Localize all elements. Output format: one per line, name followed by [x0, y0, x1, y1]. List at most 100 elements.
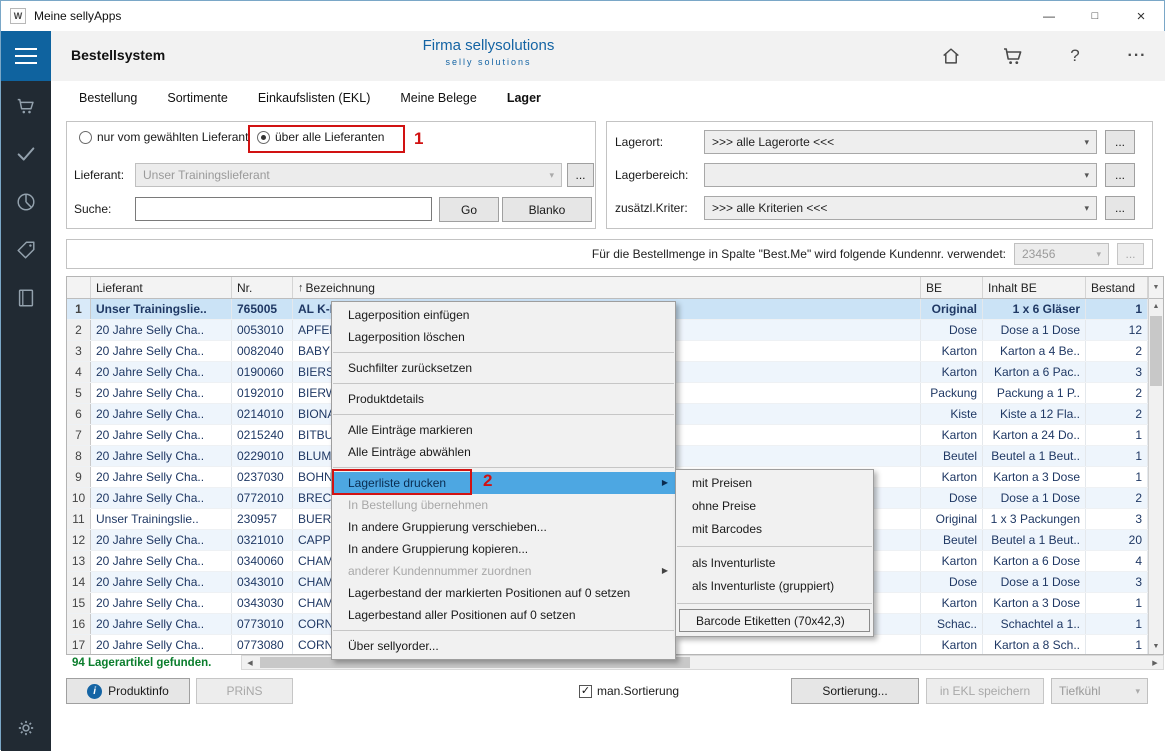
menu-item-label: In Bestellung übernehmen [348, 498, 488, 512]
cell-nr: 230957 [232, 509, 293, 529]
settings-gear-icon[interactable] [14, 716, 38, 740]
tab-lager[interactable]: Lager [507, 91, 541, 105]
more-options-icon[interactable]: ··· [1122, 41, 1152, 71]
help-icon[interactable]: ? [1060, 41, 1090, 71]
column-header-bestand[interactable]: Bestand [1086, 277, 1148, 298]
menu-item[interactable]: Barcode Etiketten (70x42,3) [679, 609, 870, 632]
tab-meine-belege[interactable]: Meine Belege [400, 91, 476, 105]
menu-item[interactable]: als Inventurliste [676, 552, 873, 575]
search-label: Suche: [74, 197, 111, 221]
scroll-right-button[interactable]: ▶ [1147, 656, 1163, 669]
cell-nr: 0215240 [232, 425, 293, 445]
company-block: Firma sellysolutions selly solutions [51, 37, 926, 67]
menu-item[interactable]: Alle Einträge markieren [332, 419, 675, 441]
menu-item[interactable]: Lagerbestand aller Positionen auf 0 setz… [332, 604, 675, 626]
menu-item[interactable]: Produktdetails [332, 388, 675, 410]
go-button[interactable]: Go [439, 197, 499, 222]
ekl-speichern-button: in EKL speichern [926, 678, 1044, 704]
search-input[interactable] [135, 197, 432, 221]
sidebar-check-icon[interactable] [14, 142, 38, 166]
cart-icon[interactable] [998, 41, 1028, 71]
storage-location-label: Lagerort: [615, 130, 663, 154]
menu-item[interactable]: Über sellyorder... [332, 635, 675, 657]
man-sortierung-checkbox[interactable]: ✓ man.Sortierung [579, 684, 679, 698]
close-button[interactable]: × [1118, 1, 1164, 31]
result-count-text: 94 Lagerartikel gefunden. [72, 657, 211, 669]
sidebar-tag-icon[interactable] [14, 238, 38, 262]
menu-item[interactable]: Lagerbestand der markierten Positionen a… [332, 582, 675, 604]
column-header-rownum[interactable] [67, 277, 91, 298]
menu-item[interactable]: Alle Einträge abwählen [332, 441, 675, 463]
menu-item[interactable]: Lagerposition einfügen [332, 304, 675, 326]
column-header-lieferant[interactable]: Lieferant [91, 277, 232, 298]
column-header-bezeichnung[interactable]: ↑ Bezeichnung [293, 277, 921, 298]
menu-item[interactable]: ohne Preise [676, 495, 873, 518]
hamburger-menu-button[interactable] [1, 31, 51, 81]
menu-item-label: Lagerbestand der markierten Positionen a… [348, 586, 630, 600]
produktinfo-button[interactable]: i Produktinfo [66, 678, 190, 704]
menu-item[interactable]: In andere Gruppierung verschieben... [332, 516, 675, 538]
annotation-box-1 [248, 125, 405, 153]
cell-lieferant: 20 Jahre Selly Cha.. [91, 362, 232, 382]
cell-inhalt: Karton a 6 Pac.. [983, 362, 1086, 382]
cell-bestand: 2 [1086, 488, 1148, 508]
maximize-button[interactable]: □ [1072, 1, 1118, 31]
cell-lieferant: 20 Jahre Selly Cha.. [91, 320, 232, 340]
storage-location-browse-button[interactable]: ... [1105, 130, 1135, 154]
menu-separator [677, 546, 872, 547]
supplier-browse-button[interactable]: ... [567, 163, 594, 187]
sidebar-cart-icon[interactable] [14, 94, 38, 118]
cell-nr: 0340060 [232, 551, 293, 571]
blanko-button[interactable]: Blanko [502, 197, 592, 222]
cell-inhalt: Karton a 3 Dose [983, 467, 1086, 487]
scroll-left-button[interactable]: ◀ [242, 656, 258, 669]
storage-area-browse-button[interactable]: ... [1105, 163, 1135, 187]
sortierung-button[interactable]: Sortierung... [791, 678, 919, 704]
cell-bestand: 2 [1086, 341, 1148, 361]
tab-sortimente[interactable]: Sortimente [167, 91, 227, 105]
cell-lieferant: 20 Jahre Selly Cha.. [91, 404, 232, 424]
storage-location-dropdown[interactable]: >>> alle Lagerorte <<< ▾ [704, 130, 1097, 154]
scroll-up-button[interactable]: ▲ [1149, 299, 1163, 314]
chevron-down-icon: ▾ [549, 170, 554, 181]
column-header-nr[interactable]: Nr. [232, 277, 293, 298]
menu-item-label: Alle Einträge markieren [348, 423, 473, 437]
cell-inhalt: Karton a 24 Do.. [983, 425, 1086, 445]
column-header-inhalt[interactable]: Inhalt BE [983, 277, 1086, 298]
sidebar-catalog-icon[interactable] [14, 286, 38, 310]
menu-item[interactable]: Suchfilter zurücksetzen [332, 357, 675, 379]
chevron-down-icon: ▾ [1084, 170, 1089, 181]
column-header-be[interactable]: BE [921, 277, 983, 298]
tab-bestellung[interactable]: Bestellung [79, 91, 137, 105]
cell-rownum: 16 [67, 614, 91, 634]
radio-single-supplier[interactable]: nur vom gewählten Lieferant [79, 130, 248, 144]
vertical-scrollbar-track[interactable] [1149, 314, 1163, 639]
criteria-dropdown[interactable]: >>> alle Kriterien <<< ▾ [704, 196, 1097, 220]
home-icon[interactable] [936, 41, 966, 71]
criteria-browse-button[interactable]: ... [1105, 196, 1135, 220]
cell-inhalt: 1 x 3 Packungen [983, 509, 1086, 529]
menu-item[interactable]: als Inventurliste (gruppiert) [676, 575, 873, 598]
vertical-scrollbar-thumb[interactable] [1150, 316, 1162, 386]
cell-inhalt: Karton a 3 Dose [983, 593, 1086, 613]
menu-item[interactable]: mit Preisen [676, 472, 873, 495]
storage-area-dropdown[interactable]: ▾ [704, 163, 1097, 187]
cell-be: Karton [921, 635, 983, 654]
cell-rownum: 9 [67, 467, 91, 487]
cell-rownum: 12 [67, 530, 91, 550]
customer-number-dropdown[interactable]: 23456 ▾ [1014, 243, 1109, 265]
menu-item[interactable]: mit Barcodes [676, 518, 873, 541]
cell-rownum: 1 [67, 299, 91, 319]
context-submenu: mit Preisenohne Preisemit Barcodes als In… [675, 469, 874, 637]
menu-item[interactable]: In andere Gruppierung kopieren... [332, 538, 675, 560]
cell-be: Dose [921, 572, 983, 592]
tab-einkaufslisten[interactable]: Einkaufslisten (EKL) [258, 91, 371, 105]
minimize-button[interactable]: — [1026, 1, 1072, 31]
chevron-down-icon: ▾ [1084, 203, 1089, 214]
menu-item[interactable]: Lagerposition löschen [332, 326, 675, 348]
scroll-down-button[interactable]: ▼ [1149, 639, 1163, 654]
supplier-dropdown[interactable]: Unser Trainingslieferant ▾ [135, 163, 562, 187]
sidebar-piechart-icon[interactable] [14, 190, 38, 214]
window-title: Meine sellyApps [34, 9, 121, 23]
cell-lieferant: 20 Jahre Selly Cha.. [91, 488, 232, 508]
